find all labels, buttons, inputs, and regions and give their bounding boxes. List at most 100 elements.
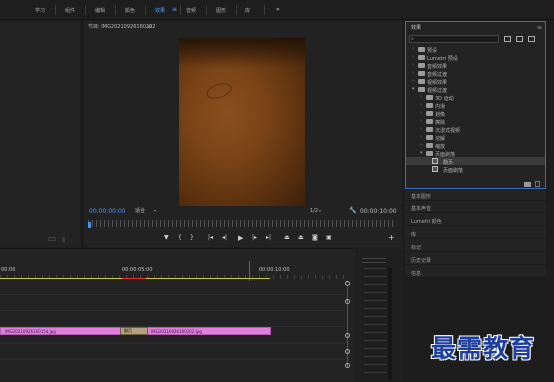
new-folder-icon[interactable] [524,182,531,187]
effects-search-field[interactable] [418,36,498,42]
workspace-tab-assembly[interactable]: 组件 [65,7,75,14]
hamburger-icon[interactable]: ≡ [147,24,152,30]
extract-icon[interactable]: ⏏ [298,235,304,241]
resolution-select[interactable]: 1/2 [310,209,318,214]
play-icon[interactable]: ▶ [238,235,243,242]
chevron-right-icon[interactable]: › [420,126,422,132]
effect-item[interactable]: 页面剥落 [406,165,545,174]
chevron-right-icon[interactable]: › [420,142,422,148]
step-back-icon[interactable]: ◂| [222,235,227,241]
chevron-right-icon[interactable]: › [420,110,422,116]
chevron-right-icon[interactable]: › [412,46,414,52]
chevron-down-icon[interactable]: ▾ [319,209,321,213]
program-monitor-title[interactable]: 节目: IMG20210926160202 [88,25,155,30]
workspace-tab-editing[interactable]: 编辑 [95,7,105,14]
chevron-right-icon[interactable]: › [420,102,422,108]
folder-icon [418,71,425,76]
effect-folder[interactable]: › 缩放 [406,141,545,150]
step-forward-icon[interactable]: |▸ [252,235,257,241]
32bit-effects-icon[interactable] [516,36,523,42]
timeline-panel: 00:00 00:00:05:00 00:00:10:00 IMG2021092… [0,248,356,382]
effect-folder[interactable]: › 溶解 [406,133,545,142]
workspace-tab-effects[interactable]: 效果 [155,7,165,14]
audio-meters [358,248,403,382]
wrench-icon[interactable]: 🔧 [349,208,356,214]
effect-folder[interactable]: ▾ 视频过渡 [406,85,545,94]
panel-essential-sound[interactable]: 基本声音 [405,202,546,213]
chevron-down-icon[interactable]: ▾ [154,209,156,213]
accelerated-effects-icon[interactable] [504,36,511,42]
chevron-right-icon[interactable]: › [412,70,414,76]
chevron-right-icon[interactable]: › [420,134,422,140]
mark-out-icon[interactable]: } [190,235,194,241]
go-to-in-icon[interactable]: |◂ [208,235,213,241]
scroll-handle[interactable] [345,363,350,368]
hamburger-icon[interactable]: ≡ [172,6,177,13]
yuv-effects-icon[interactable] [528,36,535,42]
fit-select[interactable]: 适合 [135,209,145,214]
effect-folder[interactable]: › 沉浸式视频 [406,125,545,134]
workspace-tab-audio[interactable]: 音频 [186,7,196,14]
effect-folder[interactable]: › 预设 [406,45,545,54]
monitor-time-ruler[interactable] [88,220,395,227]
chevron-right-icon[interactable]: › [420,94,422,100]
effect-folder[interactable]: › 内滑 [406,101,545,110]
add-marker-icon[interactable]: ▼ [164,235,169,241]
chevron-down-icon[interactable]: ▾ [412,86,415,92]
playhead-timecode[interactable]: 00:00:00:00 [89,209,126,215]
chevron-down-icon[interactable]: ▾ [420,150,423,156]
panel-essential-graphics[interactable]: 基本图形 [405,190,546,201]
mark-in-icon[interactable]: { [178,235,182,241]
effect-folder[interactable]: › 音频效果 [406,61,545,70]
export-frame-icon[interactable] [48,237,56,241]
go-to-out-icon[interactable]: ▸| [266,235,271,241]
hamburger-icon[interactable]: ≡ [537,25,542,31]
scroll-handle[interactable] [345,333,350,338]
lift-icon[interactable]: ⏏ [284,235,290,241]
more-workspaces-button[interactable]: » [276,6,280,13]
panel-info[interactable]: 信息 [405,267,546,278]
effect-folder[interactable]: › Lumetri 预设 [406,53,545,62]
panel-markers[interactable]: 标记 [405,241,546,252]
trash-icon[interactable] [535,181,540,187]
time-ruler[interactable] [0,257,348,279]
monitor-playhead[interactable] [88,222,91,228]
workspace-tab-libraries[interactable]: 库 [245,7,250,14]
workspace-bar: 学习 组件 编辑 颜色 效果 ≡ 音频 图形 库 » [0,0,554,20]
comparison-view-icon[interactable]: ▣ [326,235,332,241]
panel-libraries[interactable]: 库 [405,228,546,239]
workspace-divider [180,5,181,15]
timeline-clip[interactable]: IMG20210926160154.jpg [0,327,123,335]
panel-lumetri-color[interactable]: Lumetri 颜色 [405,215,546,226]
scroll-handle[interactable] [345,299,350,304]
effects-panel-title[interactable]: 效果 [411,26,421,31]
camera-icon[interactable]: ◙ [312,235,318,241]
effect-item[interactable]: 翻页 [406,157,545,166]
scroll-handle[interactable] [345,349,350,354]
effect-controls-panel [0,21,82,247]
effect-folder[interactable]: › 3D 运动 [406,93,545,102]
workspace-tab-color[interactable]: 颜色 [125,7,135,14]
effect-folder[interactable]: ▾ 页面剥落 [406,149,545,158]
chevron-right-icon[interactable]: › [412,78,414,84]
workspace-divider [115,5,116,15]
timeline-clip[interactable]: IMG20210926160202.jpg [146,327,271,335]
chevron-right-icon[interactable]: › [412,54,414,60]
chevron-right-icon[interactable]: › [420,118,422,124]
effect-folder[interactable]: › 擦除 [406,117,545,126]
effect-folder[interactable]: › 视频效果 [406,77,545,86]
transition-effect-icon [432,158,438,164]
chevron-right-icon[interactable]: › [412,62,414,68]
effect-folder[interactable]: › 音频过渡 [406,69,545,78]
scrollbar-handle[interactable] [62,237,65,242]
effect-folder[interactable]: › 划像 [406,109,545,118]
transition-clip[interactable]: 翻页 [120,327,148,335]
effects-panel: 效果 ≡ ⌕ › 预设 › Lumetri 预设 › 音频效果 › 音频过渡 › 视频效果 ▾ 视频过… [405,21,546,189]
zoom-handle[interactable] [345,281,350,286]
workspace-tab-learn[interactable]: 学习 [35,7,45,14]
search-icon: ⌕ [411,36,414,42]
effects-search-input[interactable]: ⌕ [409,35,499,43]
plus-icon[interactable]: + [388,234,395,242]
panel-history[interactable]: 历史记录 [405,254,546,265]
workspace-tab-graphics[interactable]: 图形 [216,7,226,14]
